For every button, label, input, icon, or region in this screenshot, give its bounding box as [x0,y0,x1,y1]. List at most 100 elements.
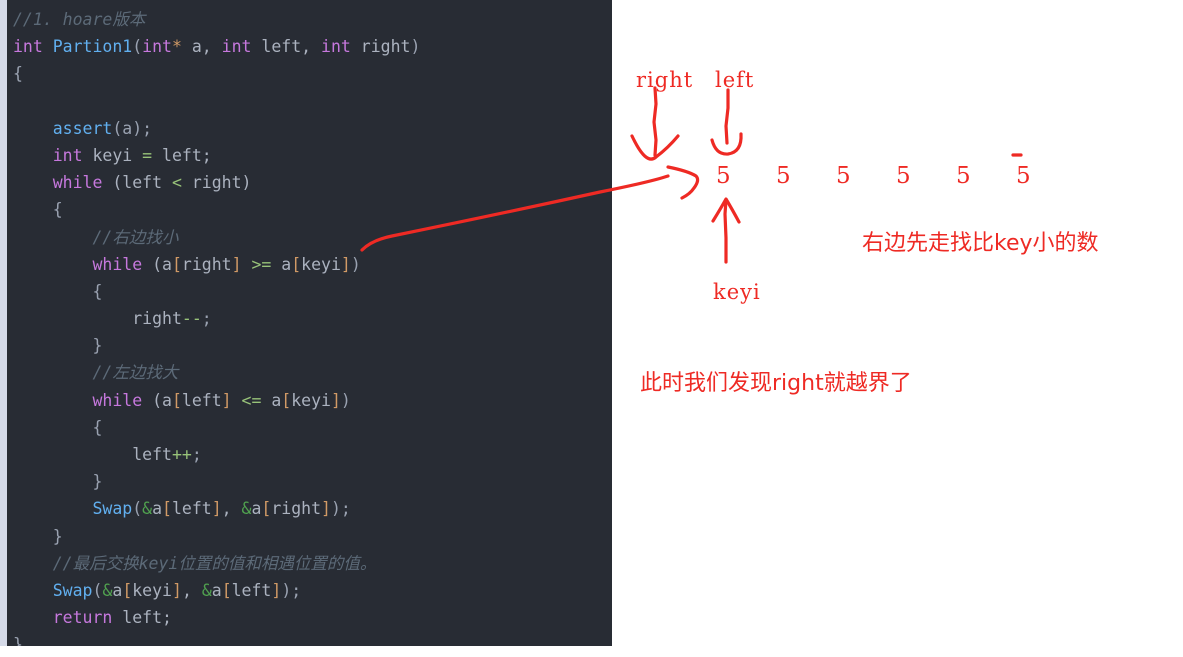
code-line: int keyi = left; [7,142,612,169]
label-keyi: keyi [713,280,761,304]
code-token: while [92,254,143,274]
code-token: return [52,608,113,628]
code-token: & [142,499,153,519]
code-token: (a [142,390,172,410]
code-token: left [181,390,222,410]
code-token: left; [152,145,212,165]
code-token: a [251,499,262,519]
code-editor-panel: //1. hoare版本 int Partion1(int* a, int lef… [7,0,612,646]
code-token: ); [330,499,351,519]
array-cell-value: 5 [836,163,851,189]
code-token: a [112,580,123,600]
code-line: } [7,468,612,495]
code-token: , [181,580,202,600]
code-token: >= [251,254,272,274]
label-left: left [715,68,755,92]
code-line: assert(a); [7,115,612,142]
code-token: //右边找小 [92,227,179,247]
code-token: keyi [132,580,172,600]
code-line: //右边找小 [7,224,612,251]
code-line: { [7,278,612,305]
code-token: right [350,37,411,57]
code-line: int Partion1(int* a, int left, int right… [7,33,612,60]
code-token: } [13,635,23,646]
code-token: a [152,499,163,519]
note-right-first: 右边先走找比key小的数 [862,231,1099,256]
code-token: [ [122,580,133,600]
code-token: } [92,336,103,356]
code-line: while (a[left] <= a[keyi]) [7,387,612,414]
code-token: <= [241,390,262,410]
code-line: //最后交换keyi位置的值和相遇位置的值。 [7,550,612,577]
code-token: ) [350,254,361,274]
code-token: { [92,417,103,437]
code-token: left, [251,37,322,57]
code-token: ; [201,309,212,329]
array-cell-value: 5 [896,163,911,189]
code-line: } [7,523,612,550]
code-block: //1. hoare版本 int Partion1(int* a, int lef… [7,6,612,646]
code-token: } [52,526,63,546]
code-token: right) [181,173,252,193]
code-token: ] [330,390,341,410]
code-token: ) [340,390,351,410]
code-line: } [7,631,612,646]
code-token: int [321,37,351,57]
label-right: right [636,68,694,92]
code-token: ( [92,580,103,600]
code-line: return left; [7,604,612,631]
code-token: int [52,145,83,165]
code-token: (left [102,173,172,193]
code-token: assert [52,118,113,138]
code-token: -- [181,309,202,329]
code-token: ] [271,580,282,600]
code-token: left; [112,608,172,628]
code-line: left++; [7,441,612,468]
code-token: ); [281,580,302,600]
code-token: keyi [301,254,341,274]
code-token: left [132,445,172,464]
code-token: ; [191,445,202,464]
code-token: int [142,37,172,57]
code-token: { [13,64,23,84]
code-token: , [221,499,242,519]
code-token: a [261,390,282,410]
code-token: ( [132,37,143,57]
code-token: [ [221,580,232,600]
code-token: [ [281,390,292,410]
code-token: < [171,173,182,193]
code-token: left [171,499,212,519]
keyi-pointer-arrow [723,198,728,264]
code-line: Swap(&a[left], &a[right]); [7,495,612,522]
code-token: keyi [291,390,331,410]
code-to-array-arrowhead [666,165,700,200]
code-token: while [52,173,103,193]
array-cell-value: 5 [716,163,731,189]
right-pointer-arrowhead [630,134,680,161]
code-token: ] [172,580,182,600]
code-line: //左边找大 [7,359,612,386]
code-token: ] [221,390,232,410]
code-token: a, [181,37,222,57]
code-token: int [221,37,252,57]
note-right-out-of-bounds: 此时我们发现right就越界了 [640,371,912,396]
code-line: Swap(&a[keyi], &a[left]); [7,577,612,604]
code-token: (a [142,254,172,274]
code-line: //1. hoare版本 [7,6,612,33]
array-cell-value: 5 [956,163,971,189]
bottom-margin [0,646,1183,657]
code-line: while (left < right) [7,169,612,196]
code-line: right--; [7,305,612,332]
left-pointer-arrowhead [710,132,743,156]
keyi-pointer-arrowhead [711,197,741,224]
code-token: [ [162,499,172,519]
code-token: a [211,580,222,600]
array-cell-value: 5 [1016,163,1031,189]
code-token: ( [132,499,143,519]
code-token: [ [171,390,182,410]
code-token: ) [410,37,421,57]
code-token: [ [261,499,272,519]
code-token: //1. hoare版本 [13,10,146,29]
